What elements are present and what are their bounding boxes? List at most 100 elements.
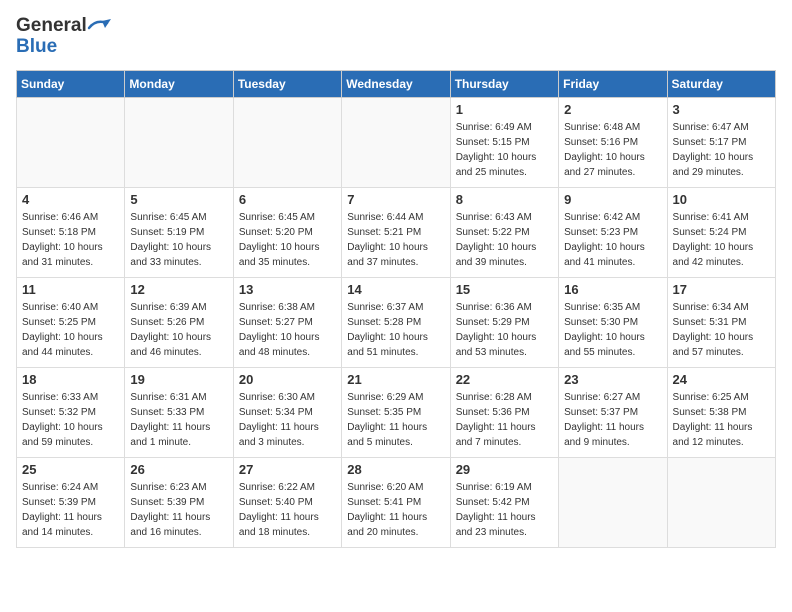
day-number: 13 — [239, 282, 336, 297]
logo-bird-icon — [87, 16, 111, 36]
day-number: 6 — [239, 192, 336, 207]
col-wednesday: Wednesday — [342, 70, 450, 97]
day-info: Sunrise: 6:42 AMSunset: 5:23 PMDaylight:… — [564, 210, 661, 270]
calendar-cell: 12 Sunrise: 6:39 AMSunset: 5:26 PMDayligh… — [125, 277, 233, 367]
calendar-cell: 7Sunrise: 6:44 AMSunset: 5:21 PMDaylight… — [342, 187, 450, 277]
col-monday: Monday — [125, 70, 233, 97]
calendar-week-4: 18 Sunrise: 6:33 AMSunset: 5:32 PMDayligh… — [17, 367, 776, 457]
day-info: Sunrise: 6:29 AMSunset: 5:35 PMDaylight:… — [347, 390, 444, 450]
day-number: 28 — [347, 462, 444, 477]
calendar-cell: 22 Sunrise: 6:28 AMSunset: 5:36 PMDayligh… — [450, 367, 558, 457]
day-info: Sunrise: 6:31 AMSunset: 5:33 PMDaylight:… — [130, 390, 227, 450]
day-info: Sunrise: 6:45 AMSunset: 5:20 PMDaylight:… — [239, 210, 336, 270]
day-number: 1 — [456, 102, 553, 117]
calendar-cell: 21 Sunrise: 6:29 AMSunset: 5:35 PMDayligh… — [342, 367, 450, 457]
day-info: Sunrise: 6:24 AMSunset: 5:39 PMDaylight:… — [22, 480, 119, 540]
day-info: Sunrise: 6:41 AMSunset: 5:24 PMDaylight:… — [673, 210, 770, 270]
day-number: 10 — [673, 192, 770, 207]
day-number: 4 — [22, 192, 119, 207]
day-number: 25 — [22, 462, 119, 477]
calendar-cell — [559, 457, 667, 547]
day-info: Sunrise: 6:40 AMSunset: 5:25 PMDaylight:… — [22, 300, 119, 360]
calendar-cell: 26Sunrise: 6:23 AMSunset: 5:39 PMDayligh… — [125, 457, 233, 547]
calendar-cell: 28Sunrise: 6:20 AMSunset: 5:41 PMDayligh… — [342, 457, 450, 547]
day-number: 20 — [239, 372, 336, 387]
day-info: Sunrise: 6:45 AMSunset: 5:19 PMDaylight:… — [130, 210, 227, 270]
day-number: 26 — [130, 462, 227, 477]
day-info: Sunrise: 6:28 AMSunset: 5:36 PMDaylight:… — [456, 390, 553, 450]
calendar-table: Sunday Monday Tuesday Wednesday Thursday… — [16, 70, 776, 548]
day-number: 29 — [456, 462, 553, 477]
day-number: 27 — [239, 462, 336, 477]
day-number: 8 — [456, 192, 553, 207]
header-row: Sunday Monday Tuesday Wednesday Thursday… — [17, 70, 776, 97]
logo-blue-label: Blue — [16, 37, 111, 58]
day-info: Sunrise: 6:47 AMSunset: 5:17 PMDaylight:… — [673, 120, 770, 180]
calendar-cell: 27 Sunrise: 6:22 AMSunset: 5:40 PMDayligh… — [233, 457, 341, 547]
calendar-cell: 3 Sunrise: 6:47 AMSunset: 5:17 PMDaylight… — [667, 97, 775, 187]
calendar-cell — [17, 97, 125, 187]
calendar-cell: 14Sunrise: 6:37 AMSunset: 5:28 PMDayligh… — [342, 277, 450, 367]
day-number: 19 — [130, 372, 227, 387]
calendar-cell: 11Sunrise: 6:40 AMSunset: 5:25 PMDayligh… — [17, 277, 125, 367]
col-friday: Friday — [559, 70, 667, 97]
day-info: Sunrise: 6:39 AMSunset: 5:26 PMDaylight:… — [130, 300, 227, 360]
calendar-cell: 15 Sunrise: 6:36 AMSunset: 5:29 PMDayligh… — [450, 277, 558, 367]
day-info: Sunrise: 6:35 AMSunset: 5:30 PMDaylight:… — [564, 300, 661, 360]
calendar-cell: 4 Sunrise: 6:46 AMSunset: 5:18 PMDaylight… — [17, 187, 125, 277]
day-number: 24 — [673, 372, 770, 387]
calendar-cell: 20 Sunrise: 6:30 AMSunset: 5:34 PMDayligh… — [233, 367, 341, 457]
col-sunday: Sunday — [17, 70, 125, 97]
col-thursday: Thursday — [450, 70, 558, 97]
day-info: Sunrise: 6:22 AMSunset: 5:40 PMDaylight:… — [239, 480, 336, 540]
calendar-cell: 5 Sunrise: 6:45 AMSunset: 5:19 PMDaylight… — [125, 187, 233, 277]
day-number: 5 — [130, 192, 227, 207]
logo: General Blue — [16, 16, 111, 58]
calendar-cell: 10 Sunrise: 6:41 AMSunset: 5:24 PMDayligh… — [667, 187, 775, 277]
calendar-week-5: 25 Sunrise: 6:24 AMSunset: 5:39 PMDayligh… — [17, 457, 776, 547]
logo-general-label: General — [16, 16, 87, 37]
calendar-cell: 9Sunrise: 6:42 AMSunset: 5:23 PMDaylight… — [559, 187, 667, 277]
calendar-cell: 24 Sunrise: 6:25 AMSunset: 5:38 PMDayligh… — [667, 367, 775, 457]
day-info: Sunrise: 6:49 AMSunset: 5:15 PMDaylight:… — [456, 120, 553, 180]
calendar-week-1: 1 Sunrise: 6:49 AMSunset: 5:15 PMDaylight… — [17, 97, 776, 187]
day-number: 3 — [673, 102, 770, 117]
day-number: 14 — [347, 282, 444, 297]
day-info: Sunrise: 6:43 AMSunset: 5:22 PMDaylight:… — [456, 210, 553, 270]
day-number: 17 — [673, 282, 770, 297]
day-number: 7 — [347, 192, 444, 207]
day-info: Sunrise: 6:34 AMSunset: 5:31 PMDaylight:… — [673, 300, 770, 360]
calendar-cell: 18 Sunrise: 6:33 AMSunset: 5:32 PMDayligh… — [17, 367, 125, 457]
day-info: Sunrise: 6:48 AMSunset: 5:16 PMDaylight:… — [564, 120, 661, 180]
day-info: Sunrise: 6:25 AMSunset: 5:38 PMDaylight:… — [673, 390, 770, 450]
day-number: 15 — [456, 282, 553, 297]
day-info: Sunrise: 6:36 AMSunset: 5:29 PMDaylight:… — [456, 300, 553, 360]
day-info: Sunrise: 6:19 AMSunset: 5:42 PMDaylight:… — [456, 480, 553, 540]
calendar-cell: 13Sunrise: 6:38 AMSunset: 5:27 PMDayligh… — [233, 277, 341, 367]
day-number: 23 — [564, 372, 661, 387]
day-number: 18 — [22, 372, 119, 387]
day-info: Sunrise: 6:33 AMSunset: 5:32 PMDaylight:… — [22, 390, 119, 450]
day-info: Sunrise: 6:46 AMSunset: 5:18 PMDaylight:… — [22, 210, 119, 270]
calendar-cell: 29 Sunrise: 6:19 AMSunset: 5:42 PMDayligh… — [450, 457, 558, 547]
calendar-cell: 19 Sunrise: 6:31 AMSunset: 5:33 PMDayligh… — [125, 367, 233, 457]
calendar-cell: 6 Sunrise: 6:45 AMSunset: 5:20 PMDaylight… — [233, 187, 341, 277]
calendar-cell — [233, 97, 341, 187]
day-info: Sunrise: 6:30 AMSunset: 5:34 PMDaylight:… — [239, 390, 336, 450]
calendar-cell: 8 Sunrise: 6:43 AMSunset: 5:22 PMDaylight… — [450, 187, 558, 277]
calendar-cell: 2 Sunrise: 6:48 AMSunset: 5:16 PMDaylight… — [559, 97, 667, 187]
day-number: 16 — [564, 282, 661, 297]
day-number: 12 — [130, 282, 227, 297]
day-number: 22 — [456, 372, 553, 387]
col-saturday: Saturday — [667, 70, 775, 97]
calendar-cell: 16 Sunrise: 6:35 AMSunset: 5:30 PMDayligh… — [559, 277, 667, 367]
day-number: 21 — [347, 372, 444, 387]
calendar-week-2: 4 Sunrise: 6:46 AMSunset: 5:18 PMDaylight… — [17, 187, 776, 277]
calendar-cell — [125, 97, 233, 187]
calendar-cell: 23 Sunrise: 6:27 AMSunset: 5:37 PMDayligh… — [559, 367, 667, 457]
calendar-cell — [342, 97, 450, 187]
day-info: Sunrise: 6:27 AMSunset: 5:37 PMDaylight:… — [564, 390, 661, 450]
calendar-cell: 1 Sunrise: 6:49 AMSunset: 5:15 PMDaylight… — [450, 97, 558, 187]
calendar-cell: 17 Sunrise: 6:34 AMSunset: 5:31 PMDayligh… — [667, 277, 775, 367]
day-number: 2 — [564, 102, 661, 117]
